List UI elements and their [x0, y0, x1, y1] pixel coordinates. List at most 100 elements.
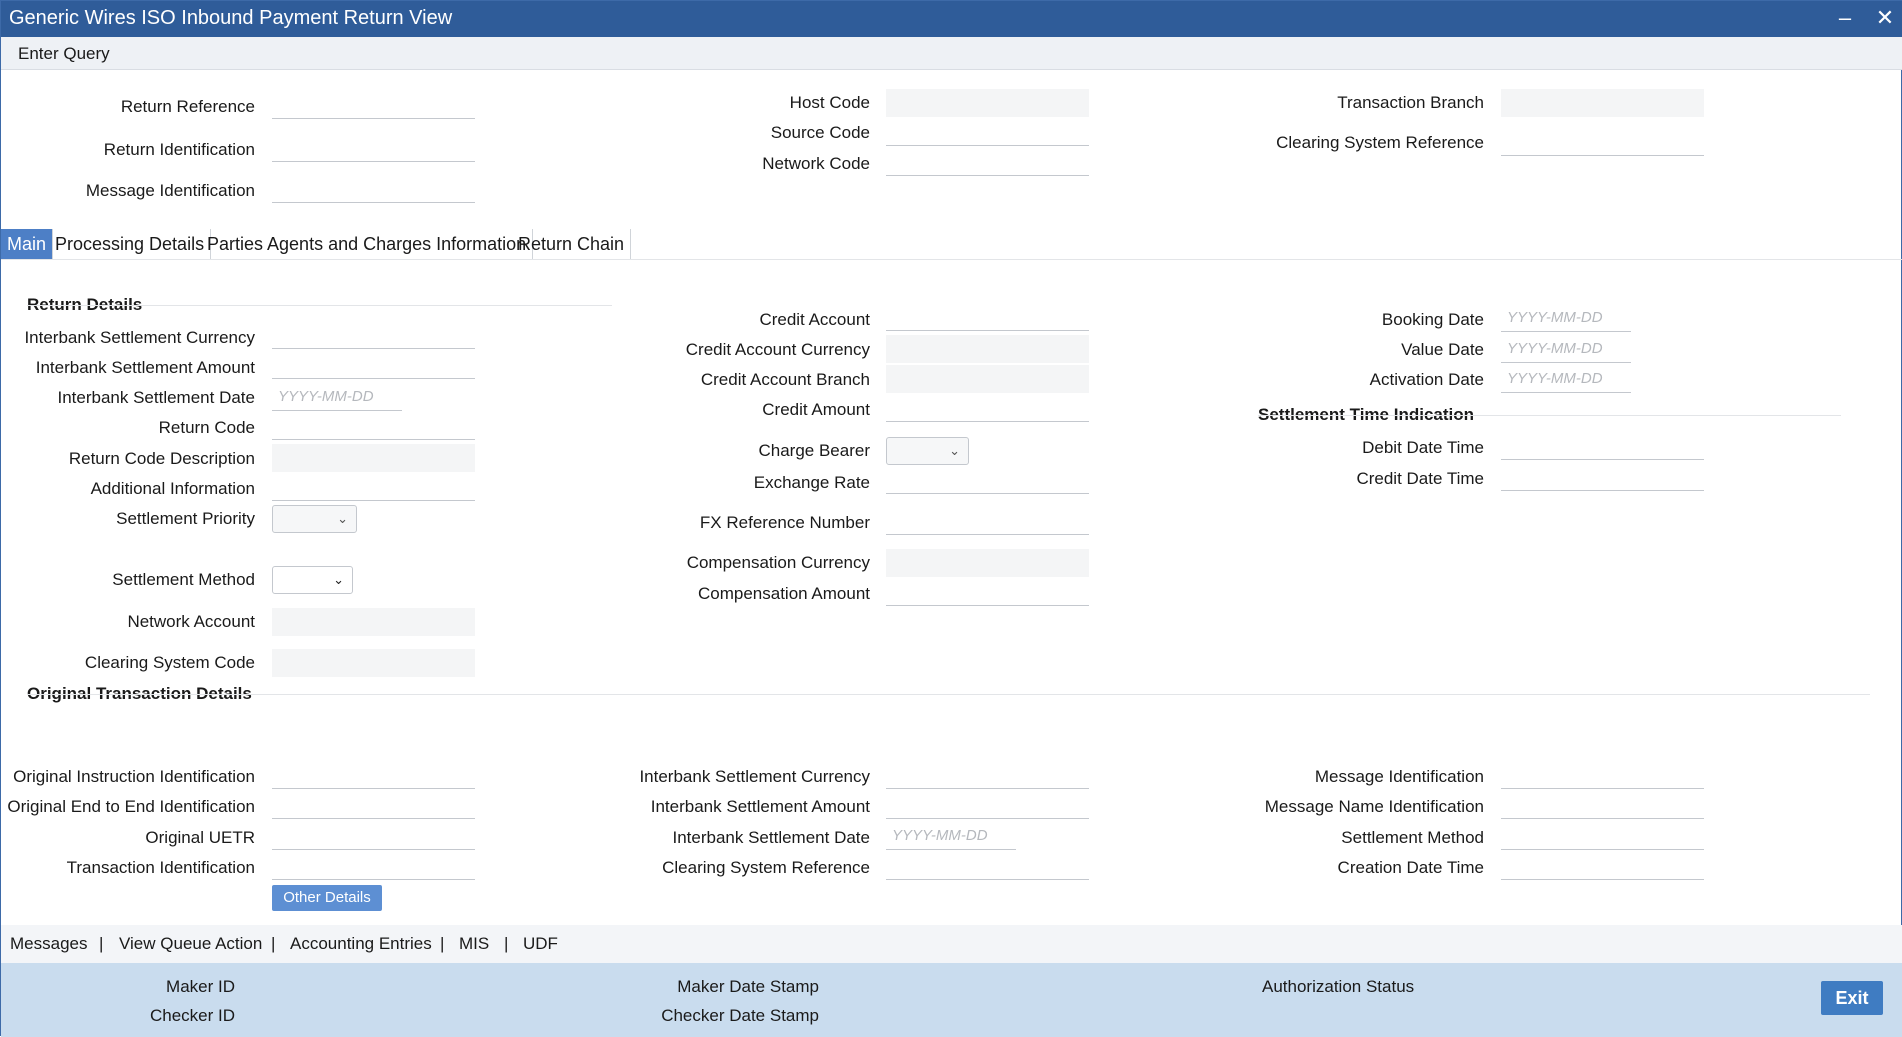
booking-date-label: Booking Date — [1381, 310, 1484, 329]
compensation-currency-input[interactable] — [886, 549, 1089, 577]
settlement-method-select[interactable]: ⌄ — [272, 566, 353, 594]
chevron-down-icon: ⌄ — [337, 511, 348, 526]
credit-amount-input[interactable] — [886, 394, 1089, 422]
network-account-label: Network Account — [127, 612, 255, 631]
interbank-settlement-currency-input[interactable] — [272, 321, 475, 349]
original-end-to-end-identification-label: Original End to End Identification — [7, 797, 255, 816]
clearing-system-code-label: Clearing System Code — [84, 653, 255, 672]
settlement-priority-label: Settlement Priority — [116, 509, 255, 528]
tab-return-chain[interactable]: Return Chain — [512, 229, 632, 259]
tab-parties-agents-charges[interactable]: Parties Agents and Charges Information — [201, 229, 534, 259]
return-identification-label: Return Identification — [103, 140, 255, 159]
return-code-label: Return Code — [158, 418, 255, 437]
transaction-branch-label: Transaction Branch — [1337, 93, 1484, 112]
creation-date-time-label: Creation Date Time — [1337, 858, 1484, 877]
network-account-input[interactable] — [272, 608, 475, 636]
interbank-settlement-date-label: Interbank Settlement Date — [57, 388, 255, 407]
credit-account-currency-input[interactable] — [886, 335, 1089, 363]
exit-button[interactable]: Exit — [1821, 981, 1883, 1015]
close-icon[interactable]: ✕ — [1867, 1, 1902, 37]
interbank-settlement-amount-input[interactable] — [272, 351, 475, 379]
source-code-label: Source Code — [770, 123, 870, 142]
orig-interbank-settlement-date-label: Interbank Settlement Date — [672, 828, 870, 847]
minimize-icon[interactable]: ‒ — [1827, 1, 1863, 37]
orig-interbank-settlement-currency-input[interactable] — [886, 761, 1089, 789]
return-reference-label: Return Reference — [120, 97, 255, 116]
view-queue-action-link[interactable]: View Queue Action — [119, 934, 262, 954]
tab-main[interactable]: Main — [1, 229, 54, 259]
exchange-rate-input[interactable] — [886, 466, 1089, 494]
title-bar: Generic Wires ISO Inbound Payment Return… — [1, 1, 1902, 37]
transaction-identification-label: Transaction Identification — [66, 858, 255, 877]
credit-account-branch-input[interactable] — [886, 365, 1089, 393]
enter-query-button[interactable]: Enter Query — [18, 44, 110, 64]
orig-settlement-method-input[interactable] — [1501, 822, 1704, 850]
orig-message-identification-label: Message Identification — [1314, 767, 1484, 786]
message-identification-label: Message Identification — [85, 181, 255, 200]
clearing-system-code-input[interactable] — [272, 649, 475, 677]
activation-date-input[interactable]: YYYY-MM-DD — [1501, 365, 1631, 393]
link-separator: | — [99, 934, 104, 953]
host-code-label: Host Code — [789, 93, 870, 112]
original-uetr-label: Original UETR — [145, 828, 255, 847]
return-reference-input[interactable] — [272, 91, 475, 119]
messages-link[interactable]: Messages — [10, 934, 87, 954]
original-end-to-end-identification-input[interactable] — [272, 791, 475, 819]
clearing-system-reference-label: Clearing System Reference — [1276, 133, 1484, 152]
link-separator: | — [504, 934, 509, 953]
interbank-settlement-date-input[interactable]: YYYY-MM-DD — [272, 383, 402, 411]
other-details-button[interactable]: Other Details — [272, 885, 382, 911]
orig-message-identification-input[interactable] — [1501, 761, 1704, 789]
host-code-input[interactable] — [886, 89, 1089, 117]
credit-account-input[interactable] — [886, 303, 1089, 331]
booking-date-input[interactable]: YYYY-MM-DD — [1501, 304, 1631, 332]
network-code-input[interactable] — [886, 148, 1089, 176]
value-date-input[interactable]: YYYY-MM-DD — [1501, 335, 1631, 363]
orig-clearing-system-reference-input[interactable] — [886, 852, 1089, 880]
return-code-description-label: Return Code Description — [68, 449, 255, 468]
return-code-input[interactable] — [272, 412, 475, 440]
transaction-branch-input[interactable] — [1501, 89, 1704, 117]
udf-link[interactable]: UDF — [523, 934, 558, 954]
window-title: Generic Wires ISO Inbound Payment Return… — [9, 7, 453, 29]
return-identification-input[interactable] — [272, 134, 475, 162]
orig-interbank-settlement-amount-input[interactable] — [886, 791, 1089, 819]
mis-link[interactable]: MIS — [459, 934, 489, 954]
compensation-currency-label: Compensation Currency — [686, 553, 870, 572]
clearing-system-reference-input[interactable] — [1501, 128, 1704, 156]
settlement-priority-select[interactable]: ⌄ — [272, 505, 357, 533]
compensation-amount-input[interactable] — [886, 578, 1089, 606]
accounting-entries-link[interactable]: Accounting Entries — [290, 934, 432, 954]
inbound-payment-return-window: Generic Wires ISO Inbound Payment Return… — [0, 0, 1902, 1037]
orig-clearing-system-reference-label: Clearing System Reference — [662, 858, 870, 877]
return-details-divider — [27, 305, 612, 306]
charge-bearer-select[interactable]: ⌄ — [886, 437, 969, 465]
message-identification-input[interactable] — [272, 175, 475, 203]
debit-date-time-input[interactable] — [1501, 432, 1704, 460]
additional-information-label: Additional Information — [90, 479, 255, 498]
credit-account-branch-label: Credit Account Branch — [700, 370, 870, 389]
original-transaction-divider — [27, 694, 1870, 695]
credit-amount-label: Credit Amount — [762, 400, 870, 419]
creation-date-time-input[interactable] — [1501, 852, 1704, 880]
credit-date-time-label: Credit Date Time — [1356, 469, 1484, 488]
original-uetr-input[interactable] — [272, 822, 475, 850]
chevron-down-icon: ⌄ — [949, 443, 960, 458]
credit-date-time-input[interactable] — [1501, 463, 1704, 491]
interbank-settlement-amount-label: Interbank Settlement Amount — [35, 358, 255, 377]
orig-interbank-settlement-date-input[interactable]: YYYY-MM-DD — [886, 822, 1016, 850]
source-code-input[interactable] — [886, 118, 1089, 146]
maker-date-stamp-label: Maker Date Stamp — [677, 977, 819, 996]
original-instruction-identification-label: Original Instruction Identification — [13, 767, 255, 786]
toolbar: Enter Query — [1, 37, 1902, 70]
link-separator: | — [440, 934, 445, 953]
fx-reference-number-input[interactable] — [886, 507, 1089, 535]
tab-processing-details[interactable]: Processing Details — [49, 229, 212, 259]
transaction-identification-input[interactable] — [272, 852, 475, 880]
activation-date-label: Activation Date — [1369, 370, 1484, 389]
return-code-description-input[interactable] — [272, 444, 475, 472]
chevron-down-icon: ⌄ — [333, 572, 344, 587]
additional-information-input[interactable] — [272, 473, 475, 501]
original-instruction-identification-input[interactable] — [272, 761, 475, 789]
message-name-identification-input[interactable] — [1501, 791, 1704, 819]
